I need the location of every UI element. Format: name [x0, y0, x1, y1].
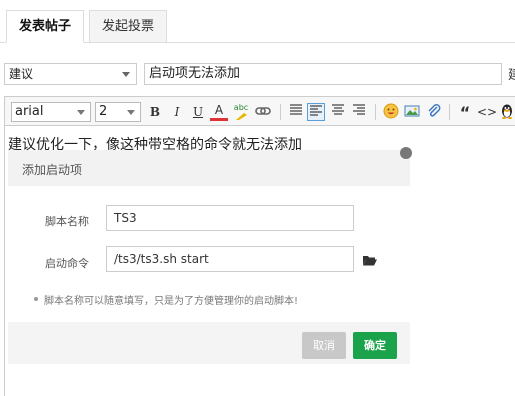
chevron-down-icon: [77, 110, 85, 115]
bullet: [34, 297, 38, 301]
dialog-footer: 取消 确定: [8, 322, 410, 364]
image-button[interactable]: [403, 103, 421, 121]
smiley-icon: [383, 103, 399, 119]
tab-new-poll[interactable]: 发起投票: [89, 10, 167, 43]
underline-button[interactable]: U: [189, 103, 207, 121]
quote-button[interactable]: “: [456, 103, 474, 122]
align-left-active-button[interactable]: [307, 103, 325, 121]
spellcheck-label: abc: [233, 103, 249, 112]
font-color-button[interactable]: A: [210, 103, 228, 121]
bold-button[interactable]: B: [146, 103, 164, 121]
toolbar-separator: [449, 104, 450, 120]
start-command-field: /ts3/ts3.sh start: [106, 246, 354, 272]
folder-open-icon: [363, 256, 377, 266]
link-icon: [255, 107, 271, 115]
link-button[interactable]: [254, 103, 272, 121]
highlighter-icon: [236, 113, 247, 120]
font-family-value: arial: [15, 104, 44, 119]
post-title-input[interactable]: 启动项无法添加: [144, 63, 502, 85]
chevron-down-icon: [122, 72, 130, 77]
toolbar-separator: [280, 104, 281, 120]
confirm-button: 确定: [353, 332, 397, 359]
paperclip-icon: [428, 104, 441, 117]
category-value: 建议: [9, 67, 34, 81]
attachment-button[interactable]: [425, 103, 443, 121]
align-right-icon: [353, 104, 365, 115]
script-name-field: TS3: [106, 205, 354, 231]
embedded-dialog-screenshot: 添加启动项 脚本名称 TS3 启动命令 /ts3/ts3.sh start 脚本…: [8, 147, 412, 364]
close-icon: [400, 147, 412, 159]
align-center-button[interactable]: [329, 103, 347, 121]
font-size-value: 2: [99, 104, 108, 119]
align-left-icon: [310, 105, 322, 116]
cancel-button: 取消: [302, 332, 346, 359]
toolbar-separator: [375, 104, 376, 120]
start-command-label: 启动命令: [45, 257, 89, 270]
dialog-header: 添加启动项: [8, 150, 410, 186]
chevron-down-icon: [127, 110, 135, 115]
emoji-button[interactable]: [382, 103, 400, 121]
tab-new-post[interactable]: 发表帖子: [6, 10, 84, 43]
editor-toolbar: arial 2 B I U A abc “ <>: [4, 96, 515, 126]
font-size-select[interactable]: 2: [95, 102, 141, 122]
clipped-text: 建: [508, 68, 515, 83]
italic-button[interactable]: I: [168, 103, 186, 121]
align-justify-icon: [290, 104, 302, 115]
editor-border: [4, 126, 5, 396]
align-center-icon: [332, 104, 344, 115]
script-name-label: 脚本名称: [45, 215, 89, 228]
dialog-title: 添加启动项: [22, 163, 83, 177]
image-icon: [404, 105, 420, 117]
spellcheck-button[interactable]: abc: [232, 103, 250, 121]
align-left-button[interactable]: [287, 103, 305, 121]
penguin-icon: [502, 104, 512, 119]
align-right-button[interactable]: [350, 103, 368, 121]
post-type-tabs: 发表帖子 发起投票: [0, 0, 515, 43]
code-button[interactable]: <>: [477, 103, 497, 121]
dialog-note: 脚本名称可以随意填写，只是为了方便管理你的启动脚本!: [44, 296, 299, 307]
category-select[interactable]: 建议: [4, 63, 137, 85]
font-family-select[interactable]: arial: [11, 102, 91, 122]
qq-button[interactable]: [498, 103, 515, 121]
